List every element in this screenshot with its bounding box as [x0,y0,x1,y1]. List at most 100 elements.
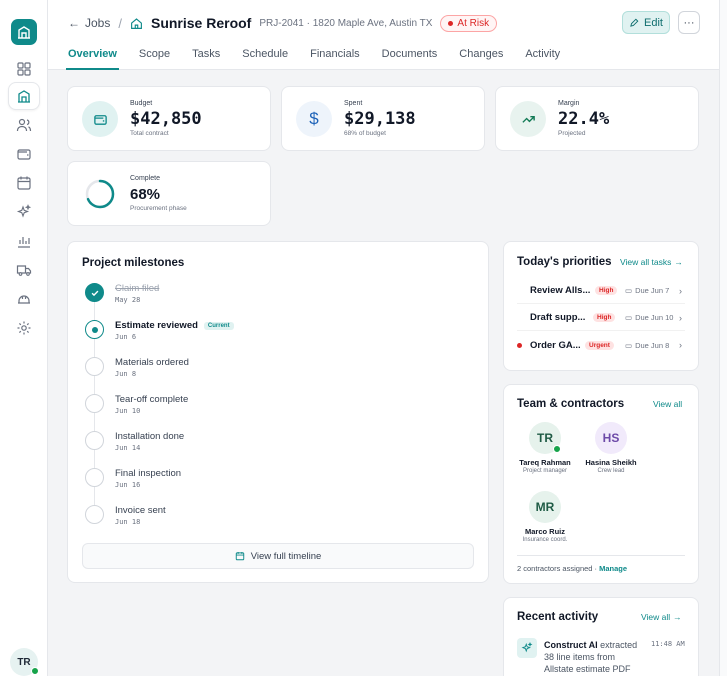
milestone-date: Jun 14 [115,444,141,452]
breadcrumb: ← Jobs / Sunrise Reroof PRJ-2041 · 1820 … [68,13,498,33]
grid-icon [17,62,31,76]
milestone-name-text: Estimate reviewed [115,320,198,331]
spent-sub: 68% of budget [344,130,386,137]
calendar-icon [17,176,31,190]
priority-due: ▭ Due Jun 10 [625,313,673,322]
budget-label: Budget [130,100,153,107]
complete-card: Complete 68% Procurement phase [67,161,271,226]
team-member[interactable]: TR Tareq Rahman Project manager [515,422,575,482]
team-member[interactable]: HS Hasina Sheikh Crew lead [581,422,641,482]
avatar: MR [529,491,561,523]
tab-bar: Overview Scope Tasks Schedule Financials… [66,48,582,70]
sparkles-icon [517,638,537,658]
complete-sub: Procurement phase [130,205,187,212]
nav-settings[interactable] [8,314,40,342]
priority-name: Review Alls... [530,285,591,296]
project-address: PRJ-2041 · 1820 Maple Ave, Austin TX [259,17,433,29]
view-all-team-label: View all [653,399,683,409]
gear-icon [17,321,31,335]
progress-ring [82,176,118,212]
nav-delivery[interactable] [8,256,40,284]
view-all-activity-link[interactable]: View all → [641,612,682,622]
nav-wallet[interactable] [8,140,40,168]
tab-activity[interactable]: Activity [525,48,560,70]
hard-hat-icon [18,295,30,304]
more-options-button[interactable]: ··· [678,11,700,34]
activity-text: Construct AI extracted 38 line items fro… [544,639,644,675]
nav-dashboard[interactable] [8,55,40,83]
view-timeline-button[interactable]: View full timeline [82,543,474,569]
nav-calendar[interactable] [8,169,40,197]
milestone-name: Claim filed [115,283,160,294]
manage-link[interactable]: Manage [599,564,627,573]
milestone-item[interactable]: Claim filed May 28 [85,283,465,311]
milestone-item[interactable]: Tear-off complete Jun 10 [85,394,465,422]
team-member[interactable]: MR Marco Ruiz Insurance coord. [515,491,575,551]
nav-ai[interactable] [8,198,40,226]
scrollbar[interactable] [719,0,727,676]
view-all-team-link[interactable]: View all [653,399,682,409]
building-logo-icon [18,26,30,39]
complete-value: 68% [130,186,161,203]
dollar-icon: $ [296,101,332,137]
milestone-item[interactable]: Materials ordered Jun 8 [85,357,465,385]
priority-badge: High [593,313,616,322]
margin-value: 22.4% [558,109,610,129]
priorities-card: Today's priorities View all tasks → Revi… [503,241,699,371]
margin-sub: Projected [558,130,586,137]
page-header: ← Jobs / Sunrise Reroof PRJ-2041 · 1820 … [48,0,719,70]
nav-people[interactable] [8,111,40,139]
nav-reports[interactable] [8,227,40,255]
nav-jobs[interactable] [8,82,40,110]
view-all-activity-label: View all [641,612,671,622]
breadcrumb-separator: / [118,15,122,31]
tab-overview[interactable]: Overview [66,48,119,70]
sidebar: TR [0,0,48,676]
member-name: Hasina Sheikh [585,458,637,467]
home-icon [130,17,143,30]
tab-tasks[interactable]: Tasks [192,48,220,70]
tab-documents[interactable]: Documents [382,48,438,70]
tab-changes[interactable]: Changes [459,48,503,70]
tab-financials[interactable]: Financials [310,48,360,70]
milestone-item[interactable]: Installation done Jun 14 [85,431,465,459]
calendar-icon: ▭ [625,340,633,350]
milestone-date: Jun 18 [115,518,141,526]
edit-button[interactable]: Edit [622,11,670,34]
spent-card: $ Spent $29,138 68% of budget [281,86,485,151]
priority-name: Draft supp... [530,312,586,323]
priority-due-label: Due Jun 10 [635,313,674,322]
milestones-card: Project milestones Claim filed May 28 Es… [67,241,489,583]
user-avatar[interactable]: TR [10,648,39,676]
tab-scope[interactable]: Scope [139,48,170,70]
priority-due-label: Due Jun 7 [635,286,670,295]
app-logo[interactable] [11,19,37,45]
milestone-item[interactable]: Final inspection Jun 16 [85,468,465,496]
budget-sub: Total contract [130,130,169,137]
milestone-name: Invoice sent [115,505,166,516]
nav-safety[interactable] [8,285,40,313]
pending-circle-icon [85,431,104,450]
view-all-tasks-link[interactable]: View all tasks → [620,257,683,267]
back-to-jobs-link[interactable]: ← Jobs [68,16,110,30]
divider [517,555,685,556]
priority-row[interactable]: Review Alls... High ▭ Due Jun 7 › [517,278,685,304]
member-role: Crew lead [597,468,625,474]
margin-card: Margin 22.4% Projected [495,86,699,151]
milestone-item[interactable]: Invoice sent Jun 18 [85,505,465,533]
status-badge-label: At Risk [457,17,490,29]
team-card: Team & contractors View all TR Tareq Rah… [503,384,699,584]
wallet-icon [17,149,31,160]
margin-label: Margin [558,100,580,107]
tab-schedule[interactable]: Schedule [242,48,288,70]
complete-label: Complete [130,175,160,182]
pending-circle-icon [85,357,104,376]
priority-row[interactable]: Order GA... Urgent ▭ Due Jun 8 › [517,332,685,358]
avatar-initials: TR [537,431,553,445]
arrow-right-icon: → [674,257,683,267]
activity-time: 11:48 AM [651,640,685,648]
milestone-item[interactable]: Estimate reviewed Current Jun 6 [85,320,465,348]
activity-actor: Construct AI [544,640,598,650]
priority-row[interactable]: Draft supp... High ▭ Due Jun 10 › [517,305,685,331]
urgent-dot [517,342,522,348]
